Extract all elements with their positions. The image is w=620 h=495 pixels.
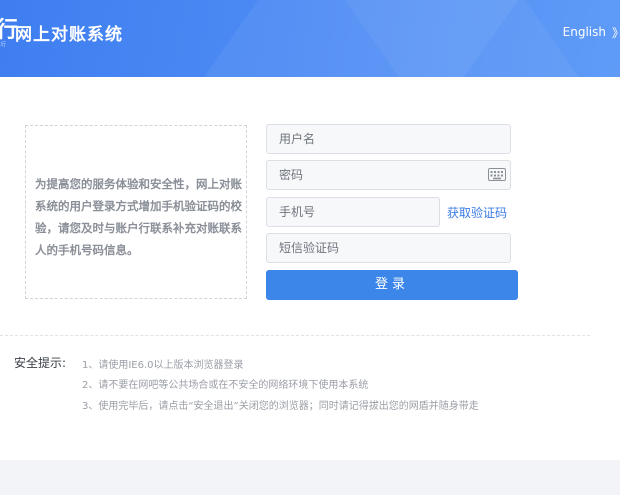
phone-input[interactable]: 手机号 (266, 197, 440, 227)
sms-code-placeholder: 短信验证码 (279, 241, 340, 255)
password-input[interactable]: 密码 (266, 160, 511, 190)
tip-item: 2、请不要在网吧等公共场合或在不安全的网络环境下使用本系统 (82, 380, 369, 391)
header-bar: 行 工行 网上对账系统 English 》 (0, 0, 620, 77)
app-title: 网上对账系统 (15, 25, 123, 45)
tip-item: 1、请使用IE6.0以上版本浏览器登录 (82, 360, 244, 371)
get-verification-code-link[interactable]: 获取验证码 (447, 204, 507, 221)
divider (0, 335, 590, 336)
edge-glyph: 》 (612, 24, 620, 41)
username-input[interactable]: 用户名 (266, 124, 511, 154)
sms-code-input[interactable]: 短信验证码 (266, 233, 511, 263)
english-language-link[interactable]: English (563, 25, 606, 39)
phone-placeholder: 手机号 (279, 205, 316, 219)
security-tips-label: 安全提示: (14, 356, 67, 370)
notice-box: 为提高您的服务体验和安全性，网上对账系统的用户登录方式增加手机验证码的校验，请您… (25, 125, 247, 299)
password-placeholder: 密码 (279, 168, 304, 182)
logo-small-text: 工行 (0, 42, 7, 48)
keyboard-icon[interactable] (488, 168, 506, 181)
tip-item: 3、使用完毕后，请点击“安全退出”关闭您的浏览器；同时请记得拔出您的网盾并随身带… (82, 401, 479, 412)
bank-logo: 行 工行 (0, 16, 18, 48)
username-placeholder: 用户名 (279, 132, 316, 146)
login-button[interactable]: 登录 (266, 270, 518, 300)
notice-text: 为提高您的服务体验和安全性，网上对账系统的用户登录方式增加手机验证码的校验，请您… (35, 177, 242, 257)
login-card: 为提高您的服务体验和安全性，网上对账系统的用户登录方式增加手机验证码的校验，请您… (0, 77, 620, 460)
